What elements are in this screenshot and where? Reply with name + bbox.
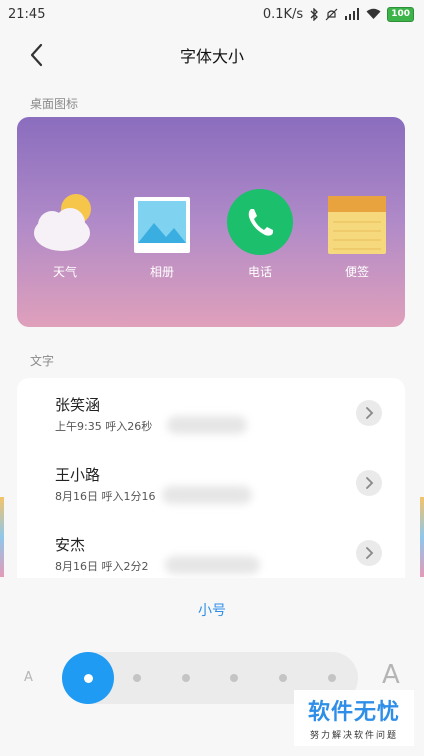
detail-button[interactable] bbox=[356, 400, 382, 426]
text-section-label: 文字 bbox=[30, 354, 55, 368]
status-icons: 0.1K/s 100 bbox=[262, 6, 414, 22]
app-gallery: 相册 bbox=[122, 195, 202, 280]
chevron-right-icon bbox=[366, 477, 374, 489]
redaction-blur bbox=[162, 486, 252, 504]
chevron-right-icon bbox=[366, 547, 374, 559]
status-time: 21:45 bbox=[8, 6, 46, 22]
contact-name: 张笑涵 bbox=[55, 396, 101, 414]
list-item[interactable]: 张笑涵 上午9:35 呼入26秒 bbox=[17, 378, 405, 448]
list-item[interactable]: 安杰 8月16日 呼入2分2 bbox=[17, 518, 405, 578]
detail-button[interactable] bbox=[356, 540, 382, 566]
call-detail: 8月16日 呼入1分16 bbox=[55, 490, 156, 503]
gallery-icon bbox=[132, 195, 192, 255]
page-title: 字体大小 bbox=[179, 47, 244, 66]
desktop-icons-section-label: 桌面图标 bbox=[30, 97, 79, 111]
detail-button[interactable] bbox=[356, 470, 382, 496]
slider-level-dot[interactable] bbox=[230, 674, 239, 682]
phone-icon bbox=[227, 189, 293, 255]
app-label-phone: 电话 bbox=[247, 265, 272, 279]
back-button[interactable] bbox=[24, 42, 50, 68]
edge-decoration bbox=[420, 497, 424, 577]
chevron-right-icon bbox=[366, 407, 374, 419]
top-bar: 字体大小 bbox=[0, 30, 424, 80]
redaction-blur bbox=[165, 556, 260, 574]
app-phone: 电话 bbox=[220, 189, 300, 280]
call-detail: 上午9:35 呼入26秒 bbox=[55, 420, 153, 433]
app-label-weather: 天气 bbox=[52, 265, 77, 279]
slider-level-dot[interactable] bbox=[132, 674, 141, 682]
notes-icon bbox=[327, 195, 387, 255]
app-label-notes: 便签 bbox=[344, 265, 369, 279]
call-log-preview: 张笑涵 上午9:35 呼入26秒 王小路 8月16日 呼入1分16 安杰 8月1… bbox=[17, 378, 405, 578]
slider-level-dot[interactable] bbox=[279, 674, 288, 682]
slider-level-dot[interactable] bbox=[328, 674, 336, 682]
watermark-subtitle: 努力解决软件问题 bbox=[309, 731, 398, 741]
signal-icon bbox=[345, 8, 360, 20]
watermark-title: 软件无忧 bbox=[307, 700, 400, 725]
edge-decoration bbox=[0, 497, 4, 577]
slider-level-dot[interactable] bbox=[181, 674, 190, 682]
status-bar: 21:45 0.1K/s 100 bbox=[0, 0, 424, 28]
weather-icon bbox=[34, 194, 95, 255]
mute-icon bbox=[325, 8, 338, 20]
bluetooth-icon bbox=[310, 7, 319, 21]
font-size-label: 小号 bbox=[198, 603, 226, 619]
watermark: 软件无忧 努力解决软件问题 bbox=[294, 690, 414, 746]
large-font-marker: A bbox=[382, 660, 400, 690]
list-item[interactable]: 王小路 8月16日 呼入1分16 bbox=[17, 448, 405, 518]
call-detail: 8月16日 呼入2分2 bbox=[55, 560, 149, 573]
desktop-icons-preview: 天气 相册 电话 便签 bbox=[17, 117, 405, 327]
wifi-icon bbox=[366, 8, 381, 19]
small-font-marker: A bbox=[24, 670, 33, 685]
slider-thumb[interactable] bbox=[62, 652, 114, 704]
contact-name: 王小路 bbox=[55, 466, 101, 484]
app-notes: 便签 bbox=[317, 195, 397, 280]
redaction-blur bbox=[167, 416, 247, 434]
network-speed: 0.1K/s bbox=[262, 6, 304, 22]
battery-indicator: 100 bbox=[387, 6, 414, 22]
back-arrow-icon bbox=[30, 43, 43, 67]
app-weather: 天气 bbox=[25, 194, 105, 280]
contact-name: 安杰 bbox=[55, 536, 86, 554]
app-label-gallery: 相册 bbox=[149, 265, 174, 279]
